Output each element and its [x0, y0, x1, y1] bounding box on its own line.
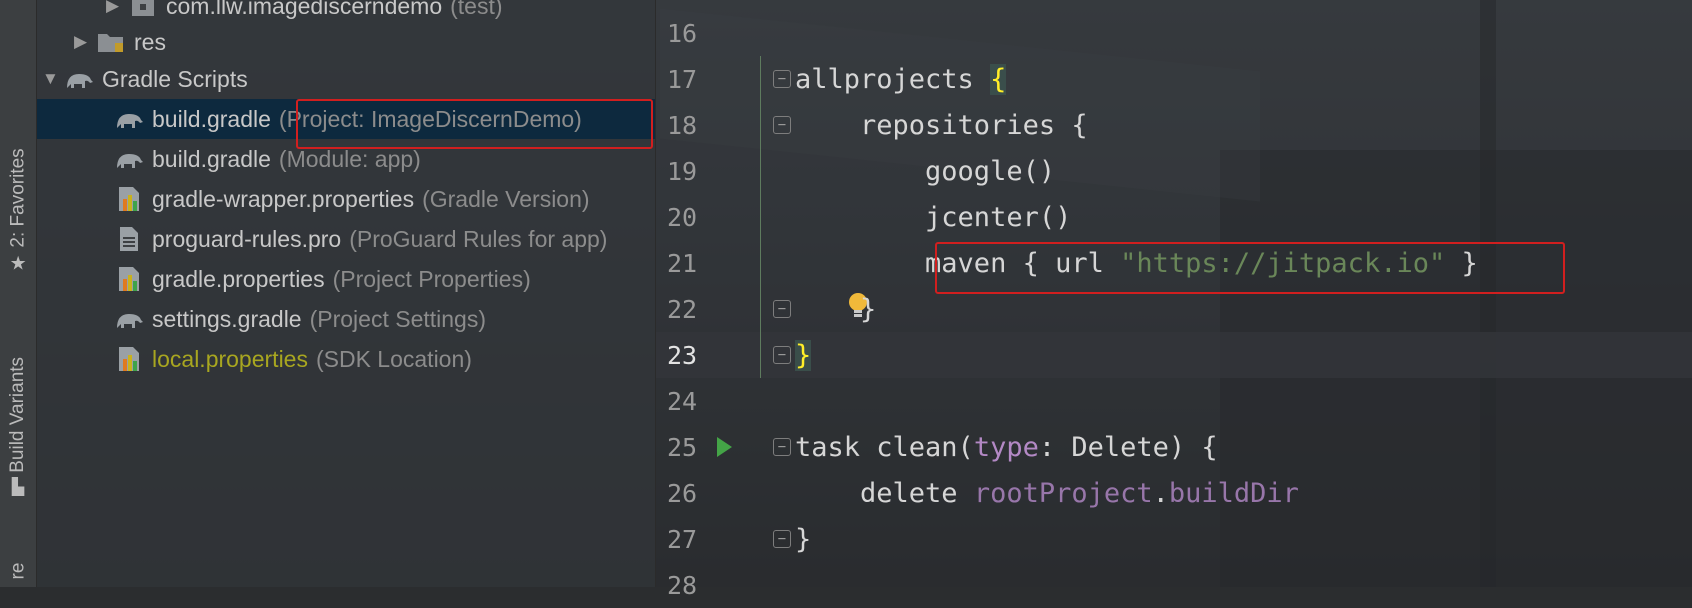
code-line[interactable]: 19 google()	[655, 148, 1692, 194]
collapse-arrow-icon[interactable]: ▼	[42, 69, 64, 89]
tree-item-name: build.gradle	[152, 145, 271, 172]
tree-item[interactable]: ▼ Gradle Scripts	[36, 59, 655, 99]
code-line[interactable]: 25 − task clean(type: Delete) {	[655, 424, 1692, 470]
tree-item-name: gradle.properties	[152, 265, 325, 292]
tree-item-hint: (ProGuard Rules for app)	[349, 225, 608, 252]
line-number: 26	[667, 478, 698, 508]
expand-arrow-icon[interactable]: ▶	[74, 32, 96, 52]
scope-indicator-line	[760, 56, 761, 378]
fold-icon[interactable]: −	[773, 70, 791, 88]
tree-item[interactable]: ▶ res	[36, 22, 655, 62]
star-icon: ★	[9, 253, 27, 275]
gradle-elephant-icon	[114, 304, 144, 334]
code-text: google()	[795, 155, 1056, 187]
code-text: allprojects {	[795, 63, 1007, 95]
line-number: 23	[667, 340, 698, 370]
favorites-tab-label: 2: Favorites	[7, 147, 28, 248]
line-number: 17	[667, 64, 698, 94]
tree-item[interactable]: local.properties (SDK Location)	[36, 339, 655, 379]
properties-file-icon	[114, 264, 144, 294]
tree-item[interactable]: settings.gradle (Project Settings)	[36, 299, 655, 339]
gradle-elephant-icon	[114, 104, 144, 134]
tree-item[interactable]: gradle.properties (Project Properties)	[36, 259, 655, 299]
code-text: }	[795, 523, 812, 555]
code-text: task clean(type: Delete) {	[795, 431, 1218, 463]
fold-icon[interactable]: −	[773, 530, 791, 548]
highlight-box-project-hint	[296, 99, 653, 149]
code-text: repositories {	[795, 109, 1088, 141]
tree-item-name: build.gradle	[152, 105, 271, 132]
build-variants-tab-label: Build Variants	[7, 356, 29, 473]
line-number: 18	[667, 110, 698, 140]
tree-item-hint: (Project Properties)	[332, 265, 531, 292]
tree-item-name: res	[134, 28, 166, 55]
tree-item-hint: (test)	[450, 0, 503, 19]
line-number: 22	[667, 294, 698, 324]
line-number: 24	[667, 386, 698, 416]
line-number: 20	[667, 202, 698, 232]
run-gutter-icon[interactable]	[717, 437, 732, 457]
code-text: }	[795, 339, 812, 371]
gradle-elephant-icon	[114, 144, 144, 174]
tree-item-hint: (Module: app)	[278, 145, 421, 172]
tree-item-name: com.llw.imagediscerndemo	[166, 0, 443, 19]
code-text: jcenter()	[795, 201, 1072, 233]
code-text: delete rootProject.buildDir	[795, 477, 1299, 509]
tree-item-hint: (Gradle Version)	[422, 185, 590, 212]
android-icon: ▙	[11, 478, 25, 496]
properties-file-icon	[114, 344, 144, 374]
project-tree-panel: ▶ com.llw.imagediscerndemo (test) ▶ res …	[36, 0, 656, 587]
left-tool-strip: ★ 2: Favorites ▙ Build Variants re	[0, 0, 37, 587]
tree-item-name: gradle-wrapper.properties	[152, 185, 415, 212]
line-number: 21	[667, 248, 698, 278]
line-number: 27	[667, 524, 698, 554]
tree-item-hint: (Project Settings)	[309, 305, 486, 332]
code-line[interactable]: 16	[655, 10, 1692, 56]
line-number: 19	[667, 156, 698, 186]
bottom-tab-label: re	[7, 562, 28, 580]
tree-item-name: Gradle Scripts	[102, 65, 248, 92]
code-line[interactable]: 20 jcenter()	[655, 194, 1692, 240]
highlight-box-maven-line	[935, 242, 1565, 294]
package-icon	[128, 0, 158, 21]
folder-icon	[96, 27, 126, 57]
tree-item-name: settings.gradle	[152, 305, 302, 332]
code-line[interactable]: 27 − }	[655, 516, 1692, 562]
line-number: 16	[667, 18, 698, 48]
tree-item-name: proguard-rules.pro	[152, 225, 342, 252]
favorites-tab[interactable]: ★ 2: Favorites	[0, 130, 36, 290]
code-line[interactable]: 18 − repositories {	[655, 102, 1692, 148]
build-variants-tab[interactable]: ▙ Build Variants	[0, 330, 36, 520]
line-number: 25	[667, 432, 698, 462]
code-line-current[interactable]: 23 − }	[655, 332, 1692, 378]
tree-item-name: local.properties	[152, 345, 308, 372]
code-line[interactable]: 28	[655, 562, 1692, 608]
line-number: 28	[667, 570, 698, 600]
tree-item[interactable]: gradle-wrapper.properties (Gradle Versio…	[36, 179, 655, 219]
code-line[interactable]: 24	[655, 378, 1692, 424]
code-line[interactable]: 17 − allprojects {	[655, 56, 1692, 102]
code-line[interactable]: 26 delete rootProject.buildDir	[655, 470, 1692, 516]
fold-icon[interactable]: −	[773, 346, 791, 364]
tree-item[interactable]: proguard-rules.pro (ProGuard Rules for a…	[36, 219, 655, 259]
fold-icon[interactable]: −	[773, 438, 791, 456]
text-file-icon	[114, 224, 144, 254]
properties-file-icon	[114, 184, 144, 214]
tree-item-hint: (SDK Location)	[315, 345, 472, 372]
bottom-tab[interactable]: re	[0, 555, 36, 587]
expand-arrow-icon[interactable]: ▶	[106, 0, 128, 16]
gradle-elephant-icon	[64, 64, 94, 94]
fold-icon[interactable]: −	[773, 116, 791, 134]
code-text: }	[795, 293, 877, 325]
